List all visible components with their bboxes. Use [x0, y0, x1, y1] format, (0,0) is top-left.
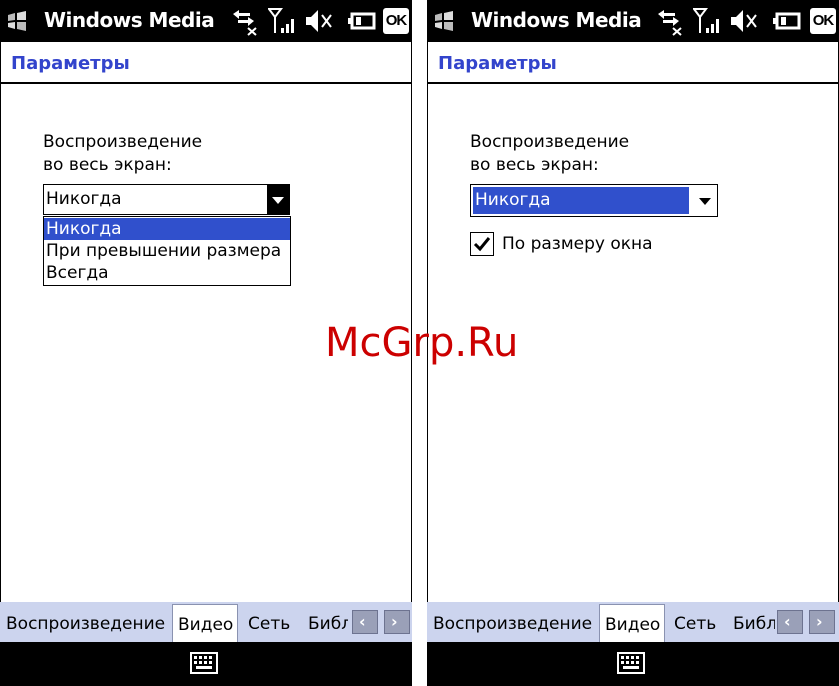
checkmark-icon — [473, 237, 491, 252]
dropdown-option-always[interactable]: Всегда — [44, 262, 290, 284]
tab-network[interactable]: Сеть — [674, 609, 726, 642]
tab-playback[interactable]: Воспроизведение — [6, 609, 168, 642]
title-bar: Windows Media OK — [427, 0, 839, 42]
watermark: McGrp.Ru — [325, 320, 519, 366]
fullscreen-select-value: Никогда — [473, 187, 689, 214]
chevron-down-icon[interactable] — [699, 198, 711, 205]
signal-strength-icon[interactable] — [268, 6, 298, 36]
chevron-right-icon[interactable]: › — [384, 610, 410, 634]
tab-bar: Воспроизведение Видео Сеть Библ ‹ › — [427, 602, 839, 642]
tab-library[interactable]: Библ — [308, 609, 348, 642]
app-title: Windows Media — [471, 8, 642, 32]
chevron-right-icon[interactable]: › — [809, 610, 835, 634]
keyboard-icon[interactable] — [190, 652, 218, 674]
tab-playback[interactable]: Воспроизведение — [433, 609, 595, 642]
chevron-down-icon[interactable] — [267, 185, 289, 214]
app-title: Windows Media — [44, 8, 215, 32]
dropdown-option-never[interactable]: Никогда — [44, 218, 290, 240]
fullscreen-select[interactable]: Никогда — [470, 184, 718, 217]
header: Параметры — [0, 42, 412, 84]
speaker-muted-icon[interactable] — [304, 6, 332, 36]
tab-video[interactable]: Видео — [172, 604, 238, 642]
tab-video[interactable]: Видео — [599, 604, 665, 642]
ok-button[interactable]: OK — [810, 8, 836, 34]
fullscreen-select[interactable]: Никогда — [43, 184, 290, 215]
windows-flag-icon[interactable] — [433, 10, 455, 32]
chevron-left-icon[interactable]: ‹ — [352, 610, 378, 634]
chevron-left-icon[interactable]: ‹ — [777, 610, 803, 634]
title-bar: Windows Media OK — [0, 0, 412, 42]
speaker-muted-icon[interactable] — [729, 6, 757, 36]
dropdown-option-when-exceeds[interactable]: При превышении размера — [44, 240, 290, 262]
battery-icon[interactable] — [773, 6, 801, 36]
fullscreen-label-line2: во весь экран: — [43, 155, 172, 175]
connectivity-arrows-icon[interactable] — [655, 6, 683, 36]
fullscreen-dropdown-list: Никогда При превышении размера Всегда — [43, 216, 291, 286]
tab-library[interactable]: Библ — [733, 609, 775, 642]
windows-flag-icon[interactable] — [6, 10, 28, 32]
battery-icon[interactable] — [348, 6, 376, 36]
signal-strength-icon[interactable] — [693, 6, 723, 36]
fit-window-checkbox[interactable] — [470, 232, 494, 256]
fullscreen-label-line1: Воспроизведение — [43, 132, 203, 152]
tab-bar: Воспроизведение Видео Сеть Библ ‹ › — [0, 602, 412, 642]
fullscreen-select-value: Никогда — [46, 189, 122, 209]
page-title: Параметры — [438, 53, 557, 74]
fullscreen-label-line1: Воспроизведение — [470, 132, 630, 152]
bottom-bar — [0, 642, 412, 686]
fullscreen-label: Воспроизведение во весь экран: — [470, 131, 629, 177]
fullscreen-label: Воспроизведение во весь экран: — [43, 131, 202, 177]
ok-button[interactable]: OK — [383, 8, 409, 34]
page-title: Параметры — [11, 53, 130, 74]
bottom-bar — [427, 642, 839, 686]
fit-window-label: По размеру окна — [502, 234, 653, 254]
tab-network[interactable]: Сеть — [248, 609, 300, 642]
fullscreen-label-line2: во весь экран: — [470, 155, 599, 175]
connectivity-arrows-icon[interactable] — [230, 6, 258, 36]
keyboard-icon[interactable] — [617, 652, 645, 674]
header: Параметры — [427, 42, 839, 84]
